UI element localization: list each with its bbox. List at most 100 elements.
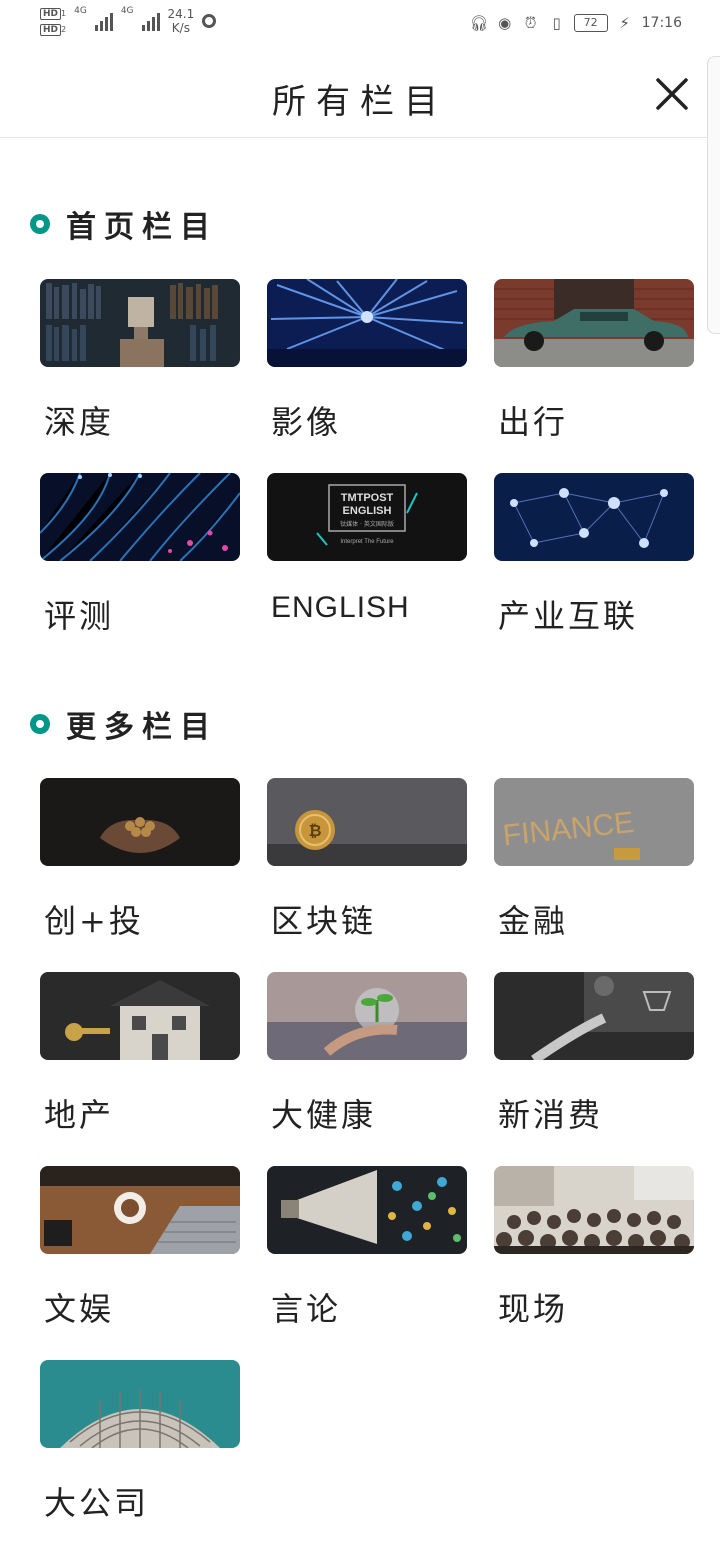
shopping-cart-screen-image — [494, 972, 694, 1060]
column-card-venture[interactable]: 创+投 — [40, 778, 240, 972]
column-card-travel[interactable]: 出行 — [494, 279, 694, 473]
thumbnail-big-company — [40, 1360, 240, 1448]
hd1-label: HD — [40, 8, 62, 20]
column-label: 大健康 — [271, 1096, 377, 1134]
column-label: 出行 — [498, 403, 569, 441]
status-right: 🎧︎ ◉ ⏰︎ ▯ 72 ⚡︎ 17:16 — [470, 14, 682, 32]
thumbnail-consumption — [494, 972, 694, 1060]
section-dot-icon — [30, 214, 50, 234]
status-bar: HD 1 HD 2 4G 4G 24.1 K/s 🎧︎ ◉ ⏰︎ ▯ 72 ⚡︎ 1… — [0, 0, 720, 52]
thumbnail-travel — [494, 279, 694, 367]
section-title: 更多栏目 — [66, 710, 218, 745]
column-label: 文娱 — [44, 1290, 115, 1328]
hands-coins-image — [40, 778, 240, 866]
thumbnail-entertainment — [40, 1166, 240, 1254]
thumbnail-review — [40, 473, 240, 561]
column-label: 区块链 — [271, 902, 377, 940]
column-card-entertainment[interactable]: 文娱 — [40, 1166, 240, 1360]
bookshelf-image — [40, 279, 240, 367]
thumbnail-english: TMTPOST ENGLISH 钛媒体 · 英文国际版 Interpret Th… — [267, 473, 467, 561]
light-burst-image — [267, 279, 467, 367]
speed-value: 24.1 — [167, 7, 195, 21]
tmtpost-english-logo: TMTPOST ENGLISH 钛媒体 · 英文国际版 Interpret Th… — [316, 484, 418, 546]
column-label: 大公司 — [44, 1484, 150, 1522]
section-title: 首页栏目 — [66, 210, 218, 245]
column-card-english[interactable]: TMTPOST ENGLISH 钛媒体 · 英文国际版 Interpret Th… — [267, 473, 467, 667]
thumb-text-tmtpost: TMTPOST — [341, 492, 394, 504]
house-keys-image — [40, 972, 240, 1060]
section-dot-icon — [30, 714, 50, 734]
home-columns-grid: 深度 影像 出行 评测 TMTPOST ENGLISH 钛媒体 · 英文国际版 … — [40, 279, 694, 667]
column-label: 深度 — [44, 403, 115, 441]
section-header-more: 更多栏目 — [30, 702, 218, 746]
hd-icon: HD 1 — [40, 6, 66, 20]
title-bar: 所有栏目 — [0, 52, 720, 138]
column-card-health[interactable]: 大健康 — [267, 972, 467, 1166]
thumbnail-depth — [40, 279, 240, 367]
bitcoin-image: ₿ — [267, 778, 467, 866]
more-columns-grid: 创+投 ₿ 区块链 FINANCE 金融 地产 大健康 新消费 文娱 言论 现场… — [40, 778, 694, 1554]
column-card-review[interactable]: 评测 — [40, 473, 240, 667]
eye-icon: ◉ — [498, 14, 512, 32]
column-label: 影像 — [271, 403, 342, 441]
column-label: 言论 — [271, 1290, 342, 1328]
hd2-label: HD — [40, 24, 62, 36]
finance-letters-image: FINANCE — [494, 778, 694, 866]
hd-icon: HD 2 — [40, 22, 66, 36]
column-card-finance[interactable]: FINANCE 金融 — [494, 778, 694, 972]
column-card-depth[interactable]: 深度 — [40, 279, 240, 473]
megaphone-image — [267, 1166, 467, 1254]
hd2-sub: 2 — [61, 25, 67, 34]
thumbnail-imaging — [267, 279, 467, 367]
sync-icon — [202, 14, 217, 28]
column-label: ENGLISH — [271, 591, 410, 624]
signal-icon — [141, 11, 160, 31]
page-title: 所有栏目 — [272, 82, 448, 122]
column-label: 新消费 — [498, 1096, 604, 1134]
speed-unit: K/s — [171, 21, 190, 35]
thumbnail-venture — [40, 778, 240, 866]
thumb-text-slogan: Interpret The Future — [340, 539, 394, 545]
status-left: HD 1 HD 2 4G 4G 24.1 K/s — [40, 6, 217, 36]
thumbnail-health — [267, 972, 467, 1060]
signal-icon — [94, 11, 113, 31]
section-header-home: 首页栏目 — [30, 202, 218, 246]
vibrate-icon: ▯ — [552, 14, 561, 32]
network-speed: 24.1 K/s — [168, 7, 195, 35]
column-card-real-estate[interactable]: 地产 — [40, 972, 240, 1166]
close-button[interactable] — [654, 76, 690, 112]
thumbnail-blockchain: ₿ — [267, 778, 467, 866]
column-card-blockchain[interactable]: ₿ 区块链 — [267, 778, 467, 972]
column-card-industry-internet[interactable]: 产业互联 — [494, 473, 694, 667]
column-card-big-company[interactable]: 大公司 — [40, 1360, 240, 1554]
thumbnail-real-estate — [40, 972, 240, 1060]
svg-text:₿: ₿ — [308, 821, 321, 840]
column-label: 地产 — [44, 1096, 115, 1134]
vintage-car-image — [494, 279, 694, 367]
battery-icon: 72 — [573, 14, 608, 32]
column-label: 产业互联 — [498, 597, 639, 635]
thumbnail-finance: FINANCE — [494, 778, 694, 866]
column-card-consumption[interactable]: 新消费 — [494, 972, 694, 1166]
column-label: 现场 — [498, 1290, 569, 1328]
column-card-imaging[interactable]: 影像 — [267, 279, 467, 473]
hd-indicators: HD 1 HD 2 — [40, 6, 66, 36]
network-nodes-image — [494, 473, 694, 561]
thumbnail-opinion — [267, 1166, 467, 1254]
network-type-1: 4G — [74, 6, 87, 16]
column-card-opinion[interactable]: 言论 — [267, 1166, 467, 1360]
headphones-icon: 🎧︎ — [469, 14, 489, 32]
thumb-text-cn: 钛媒体 · 英文国际版 — [340, 520, 394, 528]
plant-hand-image — [267, 972, 467, 1060]
fiber-optic-image — [40, 473, 240, 561]
clock: 17:16 — [641, 15, 682, 31]
column-card-live[interactable]: 现场 — [494, 1166, 694, 1360]
round-building-image — [40, 1360, 240, 1448]
column-label: 金融 — [498, 902, 569, 940]
close-icon — [656, 78, 688, 110]
side-drawer-handle[interactable] — [707, 56, 720, 334]
column-label: 评测 — [44, 597, 115, 635]
thumbnail-live — [494, 1166, 694, 1254]
thumbnail-industry-internet — [494, 473, 694, 561]
alarm-icon: ⏰︎ — [524, 14, 537, 32]
